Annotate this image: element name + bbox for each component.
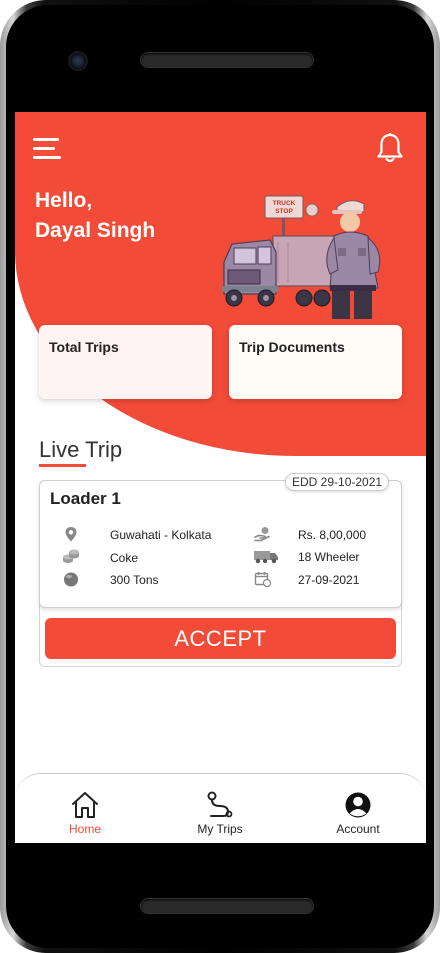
route-text: Guwahati - Kolkata: [110, 528, 212, 542]
weight-text: 300 Tons: [110, 573, 159, 587]
truck-icon: [254, 551, 278, 564]
menu-icon[interactable]: [33, 136, 63, 162]
title-underline: [39, 464, 86, 467]
app-screen: Hello, Dayal Singh TRUCK STOP Total Trip…: [15, 112, 426, 843]
trip-documents-label: Trip Documents: [239, 339, 345, 355]
bell-icon[interactable]: [375, 132, 405, 164]
bottom-navigation: Home My Trips Account: [15, 773, 426, 843]
money-hand-icon: [254, 527, 270, 542]
user-name: Dayal Singh: [35, 219, 156, 242]
phone-frame: Hello, Dayal Singh TRUCK STOP Total Trip…: [0, 0, 440, 953]
nav-my-trips-label: My Trips: [197, 822, 243, 836]
total-trips-card[interactable]: Total Trips: [39, 325, 212, 399]
home-icon: [72, 792, 98, 818]
location-pin-icon: [65, 527, 77, 542]
accept-button[interactable]: ACCEPT: [45, 618, 396, 659]
truck-driver-illustration: TRUCK STOP: [222, 195, 381, 319]
total-trips-label: Total Trips: [49, 339, 119, 355]
top-speaker: [141, 53, 313, 67]
trip-details[interactable]: EDD 29-10-2021 Loader 1 Guwahati - Kolka…: [39, 473, 402, 608]
svg-text:STOP: STOP: [275, 208, 293, 215]
edd-badge: EDD 29-10-2021: [285, 473, 390, 491]
nav-my-trips[interactable]: My Trips: [170, 774, 270, 843]
nav-account[interactable]: Account: [308, 774, 408, 843]
date-text: 27-09-2021: [298, 573, 360, 587]
coins-icon: [63, 549, 79, 563]
svg-text:TRUCK: TRUCK: [273, 200, 296, 207]
greeting-hello: Hello,: [35, 189, 93, 212]
calendar-icon: [254, 572, 272, 587]
vehicle-text: 18 Wheeler: [298, 550, 360, 564]
route-icon: [207, 791, 233, 818]
live-trip-title: Live Trip: [39, 437, 123, 462]
weight-icon: [64, 572, 78, 587]
nav-home[interactable]: Home: [35, 774, 135, 843]
account-icon: [345, 792, 371, 818]
material-text: Coke: [110, 551, 139, 565]
loader-title: Loader 1: [50, 489, 121, 508]
front-camera: [68, 51, 88, 71]
amount-text: Rs. 8,00,000: [298, 528, 367, 542]
trip-documents-card[interactable]: Trip Documents: [229, 325, 402, 399]
greeting: Hello, Dayal Singh: [35, 186, 155, 246]
bottom-speaker: [141, 899, 313, 913]
nav-home-label: Home: [68, 822, 101, 836]
nav-account-label: Account: [336, 822, 380, 836]
live-trip-card: EDD 29-10-2021 Loader 1 Guwahati - Kolka…: [39, 473, 402, 667]
